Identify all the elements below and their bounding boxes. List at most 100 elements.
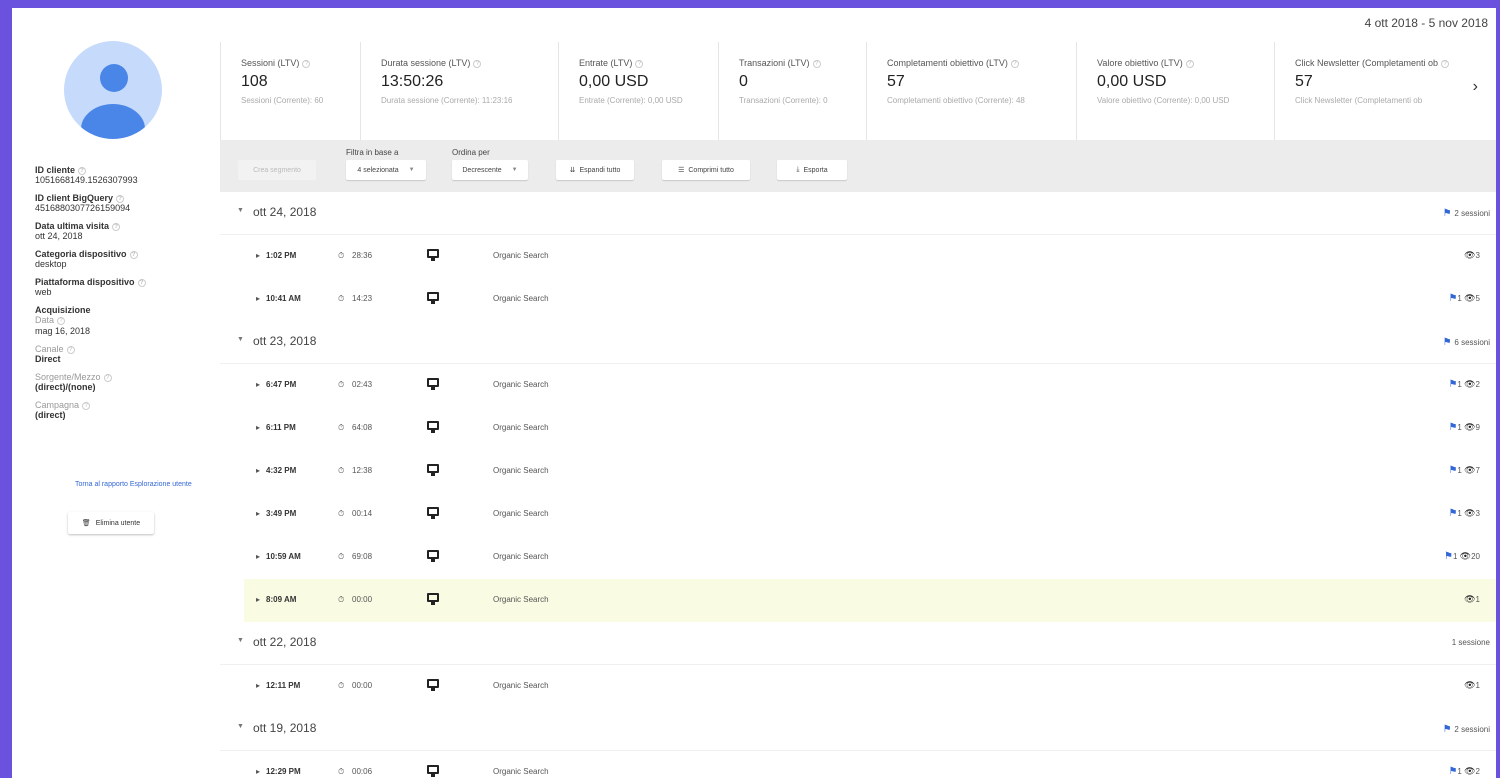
day-row[interactable]: ▼ ott 19, 2018 ⚑ 2 sessioni	[220, 708, 1496, 751]
metrics-bar: Sessioni (LTV)? 108 Sessioni (Corrente): 6…	[220, 42, 1496, 140]
session-duration: 00:14	[352, 509, 373, 518]
day-row[interactable]: ▼ ott 22, 2018 1 sessione	[220, 622, 1496, 665]
chevron-right-icon[interactable]: ›	[1473, 78, 1478, 96]
session-time: 1:02 PM	[266, 251, 297, 260]
user-field: Data ultima visita? ott 24, 2018	[35, 221, 215, 242]
filter-label: Filtra in base a	[346, 148, 399, 157]
goal-count: 1	[1452, 552, 1458, 561]
metric-card[interactable]: Valore obiettivo (LTV)? 0,00 USD Valore ob…	[1076, 42, 1274, 140]
field-value: (direct)	[35, 410, 66, 420]
expand-caret-icon[interactable]: ▸	[256, 595, 260, 604]
expand-caret-icon[interactable]: ▸	[256, 767, 260, 776]
delete-user-button[interactable]: 🗑 Elimina utente	[68, 512, 154, 534]
export-button[interactable]: ⤓ Esporta	[777, 160, 847, 180]
help-icon[interactable]: ?	[66, 345, 75, 354]
expand-caret-icon[interactable]: ▸	[256, 681, 260, 690]
metric-title-text: Valore obiettivo (LTV)	[1097, 58, 1183, 68]
day-date: ott 19, 2018	[253, 721, 317, 735]
help-icon[interactable]: ?	[112, 222, 121, 231]
help-icon[interactable]: ?	[116, 194, 125, 203]
timer-icon: ⏱	[338, 423, 345, 432]
session-stats: 👁1	[1464, 680, 1480, 691]
expand-caret-icon[interactable]: ▸	[256, 466, 260, 475]
desktop-icon	[427, 550, 439, 562]
acquisition-field: Campagna? (direct)	[35, 400, 215, 421]
metric-card[interactable]: Completamenti obiettivo (LTV)? 57 Completa…	[866, 42, 1076, 140]
expand-all-button[interactable]: ⇊ Espandi tutto	[556, 160, 634, 180]
session-row[interactable]: ▸ 3:49 PM ⏱ 00:14 Organic Search ⚑1 👁3	[220, 493, 1496, 536]
metric-subtext: Entrate (Corrente): 0,00 USD	[579, 96, 683, 105]
collapse-caret-icon[interactable]: ▼	[237, 723, 244, 730]
sort-dropdown[interactable]: Decrescente ▼	[452, 160, 528, 180]
session-duration: 00:00	[352, 681, 373, 690]
session-stats: ⚑1 👁2	[1448, 766, 1480, 777]
collapse-caret-icon[interactable]: ▼	[237, 207, 244, 214]
help-icon[interactable]: ?	[137, 278, 146, 287]
expand-caret-icon[interactable]: ▸	[256, 552, 260, 561]
expand-caret-icon[interactable]: ▸	[256, 380, 260, 389]
session-row[interactable]: ▸ 10:41 AM ⏱ 14:23 Organic Search ⚑1 👁5	[220, 278, 1496, 321]
session-stats: ⚑1 👁20	[1444, 551, 1480, 562]
session-row[interactable]: ▸ 1:02 PM ⏱ 28:36 Organic Search 👁3	[220, 235, 1496, 278]
help-icon[interactable]: ?	[57, 316, 66, 325]
field-value: 4516880307726159094	[35, 203, 131, 213]
user-sidebar: ID cliente? 1051668149.1526307993 ID clien…	[12, 38, 220, 778]
help-icon[interactable]: ?	[1185, 59, 1194, 68]
expand-caret-icon[interactable]: ▸	[256, 509, 260, 518]
day-row[interactable]: ▼ ott 24, 2018 ⚑ 2 sessioni	[220, 192, 1496, 235]
metric-card[interactable]: Click Newsletter (Completamenti ob? 57 Cli…	[1274, 42, 1496, 140]
timer-icon: ⏱	[338, 767, 345, 776]
metric-card[interactable]: Sessioni (LTV)? 108 Sessioni (Corrente): 6…	[220, 42, 360, 140]
session-row[interactable]: ▸ 10:59 AM ⏱ 69:08 Organic Search ⚑1 👁20	[220, 536, 1496, 579]
expand-all-label: Espandi tutto	[579, 166, 621, 174]
field-label-text: Piattaforma dispositivo	[35, 277, 135, 287]
help-icon[interactable]: ?	[82, 401, 91, 410]
metric-title-text: Click Newsletter (Completamenti ob	[1295, 58, 1439, 68]
collapse-caret-icon[interactable]: ▼	[237, 637, 244, 644]
day-row[interactable]: ▼ ott 23, 2018 ⚑ 6 sessioni	[220, 321, 1496, 364]
session-time: 12:11 PM	[266, 681, 301, 690]
help-icon[interactable]: ?	[103, 373, 112, 382]
help-icon[interactable]: ?	[1441, 59, 1450, 68]
desktop-icon	[427, 249, 439, 261]
metric-subtext: Click Newsletter (Completamenti ob	[1295, 96, 1423, 105]
back-to-report-link[interactable]: Torna al rapporto Esplorazione utente	[75, 481, 192, 488]
avatar-body	[81, 104, 145, 139]
help-icon[interactable]: ?	[129, 250, 138, 259]
session-channel: Organic Search	[493, 767, 549, 776]
metric-card[interactable]: Transazioni (LTV)? 0 Transazioni (Corrente…	[718, 42, 866, 140]
create-segment-button[interactable]: Crea segmento	[238, 160, 316, 180]
date-range-picker[interactable]: 4 ott 2018 - 5 nov 2018	[1365, 16, 1488, 30]
help-icon[interactable]: ?	[473, 59, 482, 68]
user-field: ID cliente? 1051668149.1526307993	[35, 165, 215, 186]
help-icon[interactable]: ?	[1010, 59, 1019, 68]
help-icon[interactable]: ?	[78, 166, 87, 175]
metric-value: 0	[739, 73, 748, 90]
collapse-caret-icon[interactable]: ▼	[237, 336, 244, 343]
session-row[interactable]: ▸ 6:11 PM ⏱ 64:08 Organic Search ⚑1 👁9	[220, 407, 1496, 450]
field-label: Piattaforma dispositivo?	[35, 277, 215, 287]
expand-caret-icon[interactable]: ▸	[256, 423, 260, 432]
help-icon[interactable]: ?	[812, 59, 821, 68]
field-label-text: Canale	[35, 344, 64, 354]
session-row[interactable]: ▸ 4:32 PM ⏱ 12:38 Organic Search ⚑1 👁7	[220, 450, 1496, 493]
session-row[interactable]: ▸ 6:47 PM ⏱ 02:43 Organic Search ⚑1 👁2	[220, 364, 1496, 407]
metric-card[interactable]: Entrate (LTV)? 0,00 USD Entrate (Corrente)…	[558, 42, 718, 140]
expand-caret-icon[interactable]: ▸	[256, 294, 260, 303]
metric-subtext: Completamenti obiettivo (Corrente): 48	[887, 96, 1025, 105]
session-stats: ⚑1 👁5	[1448, 293, 1480, 304]
session-row[interactable]: ▸ 12:11 PM ⏱ 00:00 Organic Search 👁1	[220, 665, 1496, 708]
metric-card[interactable]: Durata sessione (LTV)? 13:50:26 Durata ses…	[360, 42, 558, 140]
collapse-all-button[interactable]: ☰ Comprimi tutto	[662, 160, 750, 180]
field-label: Data ultima visita?	[35, 221, 215, 231]
filter-dropdown[interactable]: 4 selezionata ▼	[346, 160, 426, 180]
session-count: ⚑ 2 sessioni	[1443, 724, 1490, 735]
expand-caret-icon[interactable]: ▸	[256, 251, 260, 260]
help-icon[interactable]: ?	[635, 59, 644, 68]
pageview-count: 5	[1475, 294, 1480, 303]
session-row[interactable]: ▸ 12:29 PM ⏱ 00:06 Organic Search ⚑1 👁2	[220, 751, 1496, 778]
help-icon[interactable]: ?	[302, 59, 311, 68]
session-row[interactable]: ▸ 8:09 AM ⏱ 00:00 Organic Search 👁1	[244, 579, 1496, 622]
session-time: 8:09 AM	[266, 595, 297, 604]
pageview-count: 9	[1475, 423, 1480, 432]
